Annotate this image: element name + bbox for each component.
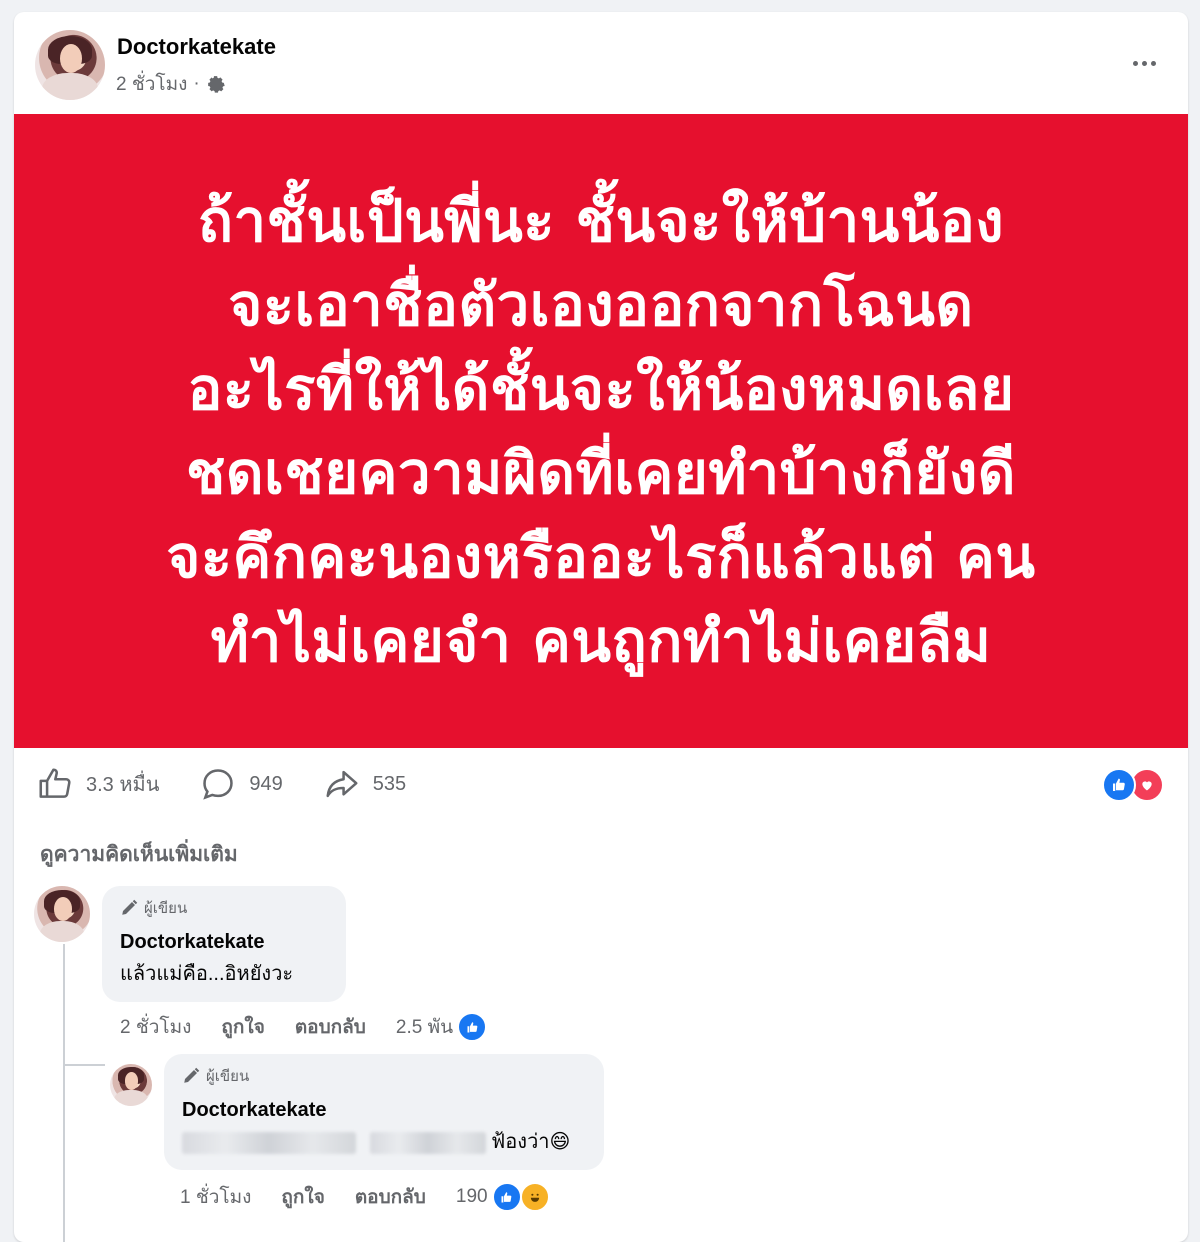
comment-count: 949 xyxy=(249,772,283,795)
like-icon xyxy=(491,1182,522,1212)
post-time[interactable]: 2 ชั่วโมง xyxy=(116,69,187,99)
comment-time[interactable]: 2 ชั่วโมง xyxy=(120,1012,191,1042)
banner-line: อะไรที่ให้ได้ชั้นจะให้น้องหมดเลย xyxy=(187,355,1015,423)
banner-line: ชดเชยความผิดที่เคยทำบ้างก็ยังดี xyxy=(186,439,1016,507)
commenter-avatar[interactable] xyxy=(34,886,90,942)
comment-actions: 2 ชั่วโมง ถูกใจ ตอบกลับ 2.5 พัน xyxy=(120,1012,488,1042)
comment-text: แล้วแม่คือ...อิหยังวะ xyxy=(120,963,294,985)
more-options-button[interactable] xyxy=(1124,48,1164,78)
view-more-comments-link[interactable]: ดูความคิดเห็นเพิ่มเติม xyxy=(40,838,238,871)
meta-separator: · xyxy=(193,73,200,94)
like-count: 3.3 หมื่น xyxy=(86,774,160,796)
post-author-name[interactable]: Doctorkatekate xyxy=(117,34,276,60)
comment-author-name[interactable]: Doctorkatekate xyxy=(120,926,328,958)
pencil-icon xyxy=(184,1067,200,1083)
haha-icon xyxy=(519,1182,550,1212)
comment-reaction-summary[interactable]: 190 xyxy=(456,1182,550,1212)
author-badge: ผู้เขียน xyxy=(182,1064,586,1088)
reaction-summary[interactable] xyxy=(1102,768,1164,802)
banner-line: จะคึกคะนองหรืออะไรก็แล้วแต่ คน xyxy=(166,523,1036,591)
comment-bubble: ผู้เขียน Doctorkatekate แล้วแม่คือ...อิห… xyxy=(102,886,346,1002)
post-text-banner[interactable]: ถ้าชั้นเป็นพี่นะ ชั้นจะให้บ้านน้อง จะเอา… xyxy=(14,114,1188,748)
share-button[interactable]: 535 xyxy=(323,765,406,803)
thread-connector xyxy=(63,944,65,1242)
share-arrow-icon xyxy=(326,770,358,798)
thumbs-up-icon xyxy=(39,768,71,798)
post-meta: 2 ชั่วโมง · xyxy=(116,69,226,99)
reply-bubble: ผู้เขียน Doctorkatekate ฟ้องว่า😄 xyxy=(164,1054,604,1170)
comment-text: ฟ้องว่า😄 xyxy=(182,1126,586,1158)
comment-like-button[interactable]: ถูกใจ xyxy=(281,1182,324,1212)
author-avatar[interactable] xyxy=(35,30,105,100)
commenter-avatar[interactable] xyxy=(110,1064,152,1106)
banner-line: ถ้าชั้นเป็นพี่นะ ชั้นจะให้บ้านน้อง xyxy=(197,187,1005,255)
comment-like-button[interactable]: ถูกใจ xyxy=(221,1012,264,1042)
banner-line: ทำไม่เคยจำ คนถูกทำไม่เคยลืม xyxy=(210,607,992,675)
banner-line: จะเอาชื่อตัวเองออกจากโฉนด xyxy=(228,271,974,339)
comment-bubble-icon xyxy=(203,769,234,800)
author-badge-label: ผู้เขียน xyxy=(144,900,188,917)
comment-reply-button[interactable]: ตอบกลับ xyxy=(295,1012,366,1042)
pencil-icon xyxy=(122,899,138,915)
comment-time[interactable]: 1 ชั่วโมง xyxy=(180,1182,251,1212)
comment-reaction-summary[interactable]: 2.5 พัน xyxy=(395,1012,488,1042)
comment-reply-button[interactable]: ตอบกลับ xyxy=(355,1182,426,1212)
author-badge: ผู้เขียน xyxy=(120,896,328,920)
comment-reaction-count: 2.5 พัน xyxy=(395,1017,454,1038)
blurred-text xyxy=(369,1131,486,1154)
comment-reaction-count: 190 xyxy=(455,1186,488,1207)
like-icon xyxy=(457,1012,488,1042)
comment-author-name[interactable]: Doctorkatekate xyxy=(182,1094,586,1126)
grinning-emoji: 😄 xyxy=(549,1131,571,1153)
more-dot-icon xyxy=(1132,60,1138,66)
more-dot-icon xyxy=(1141,60,1147,66)
blurred-text xyxy=(182,1131,356,1154)
thread-connector xyxy=(63,1064,105,1066)
post-card: Doctorkatekate 2 ชั่วโมง · ถ้าชั้นเป็นพี… xyxy=(14,12,1188,1242)
comment-text-suffix: ฟ้องว่า xyxy=(491,1131,550,1153)
author-badge-label: ผู้เขียน xyxy=(206,1068,250,1085)
more-dot-icon xyxy=(1150,60,1156,66)
like-icon xyxy=(1102,768,1136,802)
like-button[interactable]: 3.3 หมื่น xyxy=(36,765,159,803)
comment-button[interactable]: 949 xyxy=(199,765,283,803)
share-count: 535 xyxy=(372,772,407,795)
gear-icon[interactable] xyxy=(206,74,226,94)
reply-actions: 1 ชั่วโมง ถูกใจ ตอบกลับ 190 xyxy=(180,1182,550,1212)
post-action-bar: 3.3 หมื่น 949 535 xyxy=(36,764,446,804)
